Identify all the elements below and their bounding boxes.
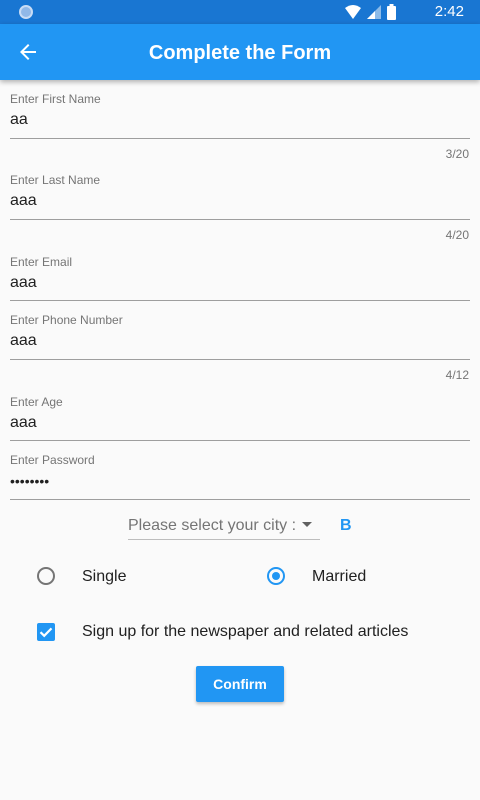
age-label: Enter Age [10, 395, 63, 409]
status-bar: 2:42 [0, 0, 480, 24]
phone-label: Enter Phone Number [10, 313, 123, 327]
first-name-field[interactable]: Enter First Name aa [10, 92, 470, 140]
married-radio[interactable] [267, 567, 285, 585]
first-name-underline [10, 138, 470, 139]
last-name-counter: 4/20 [445, 228, 469, 242]
newsletter-label[interactable]: Sign up for the newspaper and related ar… [82, 622, 408, 642]
confirm-button[interactable]: Confirm [196, 666, 284, 702]
app-bar: Complete the Form [0, 24, 480, 80]
notification-icon [19, 5, 33, 19]
check-icon [39, 627, 53, 638]
wifi-icon [345, 5, 361, 19]
phone-counter: 4/12 [445, 368, 469, 382]
newsletter-checkbox[interactable] [37, 623, 55, 641]
city-dropdown-hint: Please select your city : [128, 517, 297, 534]
selected-city-text: B [340, 517, 352, 534]
email-label: Enter Email [10, 255, 73, 269]
phone-underline [10, 359, 470, 360]
last-name-label: Enter Last Name [10, 173, 101, 187]
email-underline [10, 300, 470, 301]
password-label: Enter Password [10, 453, 95, 467]
age-field[interactable]: Enter Age aaa [10, 395, 470, 443]
age-input[interactable]: aaa [10, 413, 470, 437]
first-name-label: Enter First Name [10, 92, 101, 106]
city-dropdown[interactable]: Please select your city : [128, 512, 320, 540]
status-time: 2:42 [434, 3, 464, 20]
cell-signal-icon [367, 5, 381, 19]
battery-icon [387, 4, 396, 20]
password-field[interactable]: Enter Password •••••••• [10, 453, 470, 501]
page-title: Complete the Form [148, 42, 332, 64]
last-name-input[interactable]: aaa [10, 191, 470, 215]
last-name-underline [10, 219, 470, 220]
first-name-counter: 3/20 [445, 147, 469, 161]
password-underline [10, 499, 470, 500]
first-name-input[interactable]: aa [10, 110, 470, 134]
last-name-field[interactable]: Enter Last Name aaa [10, 173, 470, 221]
city-dropdown-underline [128, 539, 320, 540]
phone-input[interactable]: aaa [10, 331, 470, 355]
email-input[interactable]: aaa [10, 273, 470, 297]
phone-field[interactable]: Enter Phone Number aaa [10, 313, 470, 361]
status-icons [345, 4, 396, 20]
age-underline [10, 440, 470, 441]
email-field[interactable]: Enter Email aaa [10, 255, 470, 303]
password-input[interactable]: •••••••• [10, 471, 470, 495]
single-radio-label[interactable]: Single [82, 567, 126, 587]
dropdown-arrow-icon [302, 522, 312, 527]
married-radio-label[interactable]: Married [312, 567, 366, 587]
single-radio[interactable] [37, 567, 55, 585]
